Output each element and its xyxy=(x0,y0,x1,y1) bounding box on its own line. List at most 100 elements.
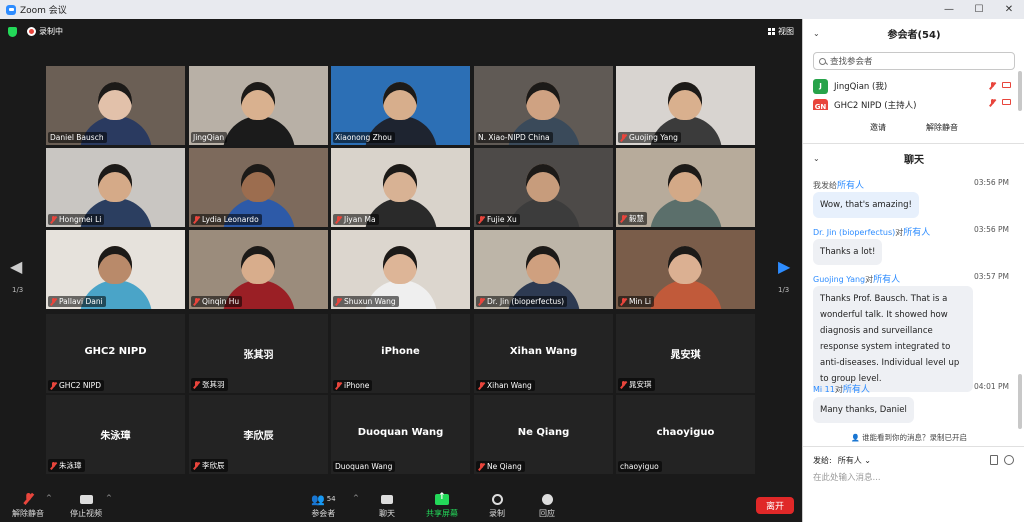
person-head xyxy=(241,246,275,284)
mic-off-icon xyxy=(335,381,342,390)
side-panel: ⌄ 参会者(54) 查找参会者 J JingQian (我) GN GHC2 N… xyxy=(802,19,1024,522)
prev-page-arrow-icon[interactable]: ◀ xyxy=(10,257,22,276)
unmute-all-button[interactable]: 解除静音 xyxy=(926,122,958,133)
video-tile[interactable]: 张其羽 张其羽 xyxy=(189,314,328,393)
video-tile[interactable]: Jiyan Ma xyxy=(331,148,470,227)
tile-display-name: 晁安琪 xyxy=(670,350,701,361)
participant-name: Xiaonong Zhou xyxy=(335,133,392,142)
message-header: Guojing Yang对所有人 03:57 PM xyxy=(813,272,1009,285)
invite-button[interactable]: 邀请 xyxy=(870,122,886,133)
video-tile[interactable]: GHC2 NIPD GHC2 NIPD xyxy=(46,314,185,393)
tile-name-label: Duoquan Wang xyxy=(333,461,396,472)
video-tile[interactable]: Duoquan Wang Duoquan Wang xyxy=(331,395,470,474)
participant-row[interactable]: J JingQian (我) xyxy=(813,78,1013,94)
leave-button[interactable]: 离开 xyxy=(756,497,794,514)
file-attach-icon[interactable] xyxy=(990,455,998,465)
chat-input-divider xyxy=(803,446,1024,447)
video-tile[interactable]: 晁安琪 晁安琪 xyxy=(616,314,755,393)
video-tile[interactable]: Min Li xyxy=(616,230,755,309)
tile-name-label: Daniel Bausch xyxy=(48,132,107,143)
message-visibility-notice[interactable]: 👤 谁能看到你的消息？录制已开启 xyxy=(803,432,1015,443)
video-tile[interactable]: Daniel Bausch xyxy=(46,66,185,145)
tile-display-name: Ne Qiang xyxy=(517,427,570,438)
zoom-logo-icon xyxy=(6,4,16,15)
minimize-button[interactable]: — xyxy=(934,0,964,19)
tile-name-label: 朱泳璋 xyxy=(48,459,85,472)
tile-display-name: Xihan Wang xyxy=(509,346,578,357)
video-tile[interactable]: 毅慧 xyxy=(616,148,755,227)
chat-button[interactable]: 聊天 xyxy=(379,492,395,519)
participant-name: Duoquan Wang xyxy=(335,462,393,471)
search-icon xyxy=(819,57,826,65)
participant-name: iPhone xyxy=(344,381,370,390)
participant-name: N. Xiao-NIPD China xyxy=(478,133,550,142)
send-to-dropdown[interactable]: 所有人 ⌄ xyxy=(838,455,871,466)
video-tile[interactable]: Xiaonong Zhou xyxy=(331,66,470,145)
encryption-shield-icon[interactable] xyxy=(8,26,17,37)
participant-name: Fujie Xu xyxy=(487,215,517,224)
participant-name: Dr. Jin (bioperfectus) xyxy=(487,297,565,306)
video-tile[interactable]: Lydia Leonardo xyxy=(189,148,328,227)
participants-button[interactable]: 👥 54 参会者 xyxy=(311,492,336,519)
chat-message: Thanks a lot! xyxy=(813,239,883,265)
message-header: Mi 11对所有人 04:01 PM xyxy=(813,382,1009,395)
audio-options-caret-icon[interactable]: ^ xyxy=(46,494,52,502)
close-button[interactable]: ✕ xyxy=(994,0,1024,19)
avatar: GN xyxy=(813,99,828,110)
participant-actions: 邀请 解除静音 xyxy=(803,122,1024,133)
mic-off-icon xyxy=(478,462,485,471)
mic-off-icon xyxy=(335,215,342,224)
tile-name-label: Jiyan Ma xyxy=(333,214,379,225)
chat-scrollbar[interactable] xyxy=(1018,374,1022,429)
video-tile[interactable]: Dr. Jin (bioperfectus) xyxy=(474,230,613,309)
participants-caret-icon[interactable]: ^ xyxy=(353,494,359,502)
mic-off-icon xyxy=(335,297,342,306)
video-options-caret-icon[interactable]: ^ xyxy=(106,494,112,502)
mic-off-icon xyxy=(620,214,627,223)
maximize-button[interactable]: ☐ xyxy=(964,0,994,19)
recording-indicator[interactable]: 录制中 xyxy=(27,26,63,37)
video-tile[interactable]: Ne Qiang Ne Qiang xyxy=(474,395,613,474)
participant-name: 朱泳璋 xyxy=(59,461,82,470)
view-button[interactable]: 视图 xyxy=(768,26,794,37)
person-head xyxy=(668,164,702,202)
video-tile[interactable]: Pallavi Dani xyxy=(46,230,185,309)
share-screen-button[interactable]: 共享屏幕 xyxy=(426,492,458,519)
video-tile[interactable]: Guojing Yang xyxy=(616,66,755,145)
video-tile[interactable]: 朱泳璋 朱泳璋 xyxy=(46,395,185,474)
participants-scrollbar[interactable] xyxy=(1018,71,1022,111)
video-tile[interactable]: Hongmei Li xyxy=(46,148,185,227)
unmute-button[interactable]: 解除静音 xyxy=(12,492,44,519)
participant-search-input[interactable]: 查找参会者 xyxy=(813,52,1015,70)
message-header: Dr. Jin (bioperfectus)对所有人 03:56 PM xyxy=(813,225,1009,238)
video-tile[interactable]: iPhone iPhone xyxy=(331,314,470,393)
emoji-icon[interactable] xyxy=(1004,455,1014,465)
chat-input[interactable]: 在此处输入消息... xyxy=(813,471,881,483)
message-header: 我发给所有人 03:56 PM xyxy=(813,178,1009,191)
video-tile[interactable]: Qinqin Hu xyxy=(189,230,328,309)
mic-off-icon xyxy=(478,381,485,390)
tile-name-label: JingQian xyxy=(191,132,228,143)
participant-name: Qinqin Hu xyxy=(202,297,240,306)
video-tile[interactable]: JingQian xyxy=(189,66,328,145)
participants-title: 参会者(54) xyxy=(887,30,941,41)
mic-off-icon xyxy=(620,297,627,306)
video-tile[interactable]: 李欣辰 李欣辰 xyxy=(189,395,328,474)
person-head xyxy=(383,82,417,120)
video-tile[interactable]: chaoyiguo chaoyiguo xyxy=(616,395,755,474)
tile-display-name: chaoyiguo xyxy=(656,427,715,438)
mic-off-icon xyxy=(620,380,627,389)
video-tile[interactable]: Shuxun Wang xyxy=(331,230,470,309)
video-tile[interactable]: N. Xiao-NIPD China xyxy=(474,66,613,145)
person-head xyxy=(383,164,417,202)
reactions-button[interactable]: 回应 xyxy=(539,492,555,519)
tile-name-label: Qinqin Hu xyxy=(191,296,243,307)
video-tile[interactable]: Xihan Wang Xihan Wang xyxy=(474,314,613,393)
participant-row[interactable]: GN GHC2 NIPD (主持人) xyxy=(813,99,1013,110)
record-button[interactable]: 录制 xyxy=(489,492,505,519)
video-tile[interactable]: Fujie Xu xyxy=(474,148,613,227)
tile-display-name: GHC2 NIPD xyxy=(84,346,147,357)
next-page-arrow-icon[interactable]: ▶ xyxy=(778,257,790,276)
stop-video-button[interactable]: 停止视频 xyxy=(70,492,102,519)
participant-name: Pallavi Dani xyxy=(59,297,103,306)
